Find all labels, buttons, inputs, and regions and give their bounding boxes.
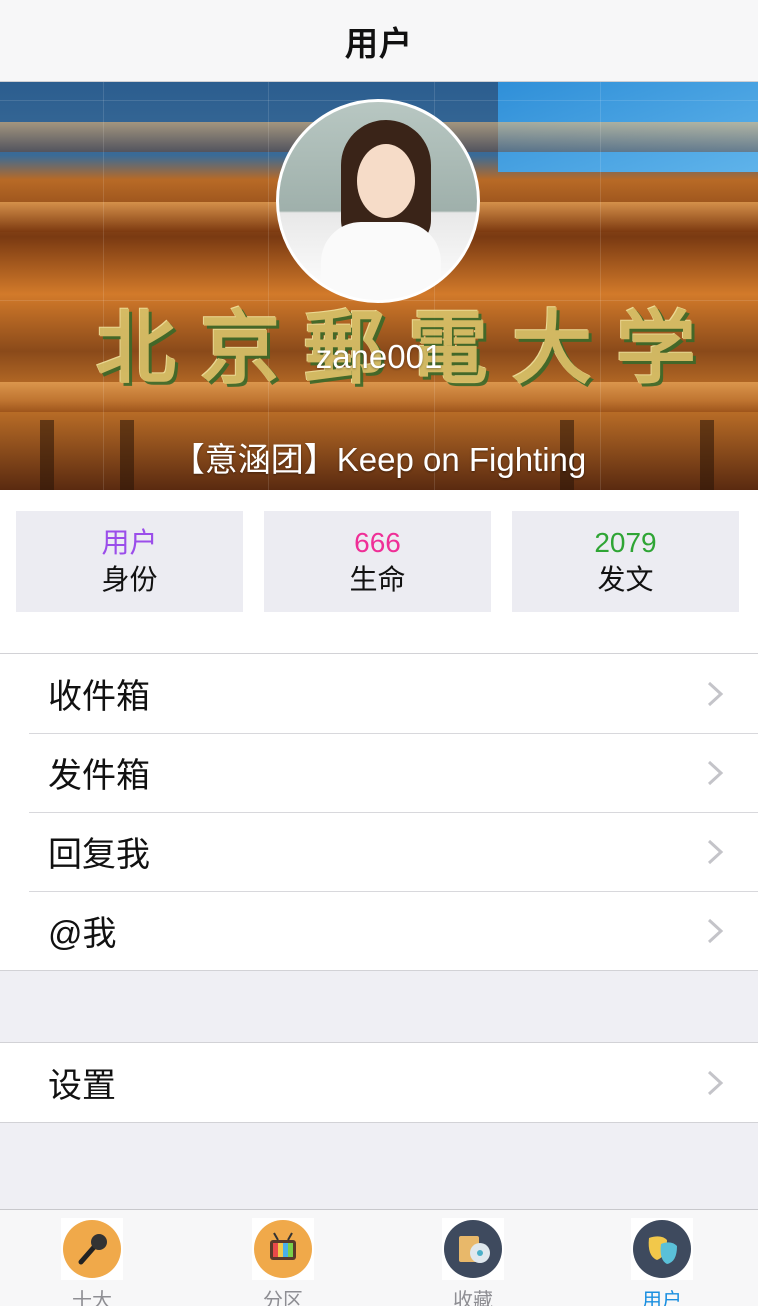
menu-item-label: 收件箱	[48, 678, 150, 716]
navigation-bar: 用户	[0, 0, 758, 82]
settings-menu: 设置	[0, 1042, 758, 1123]
stat-label: 发文	[597, 563, 654, 595]
menu-item-inbox[interactable]: 收件箱	[0, 654, 758, 733]
tab-label: 十大	[72, 1290, 112, 1306]
microphone-icon	[63, 1220, 121, 1278]
tab-bar: 十大 分区 收藏 用户	[0, 1209, 758, 1306]
menu-item-label: 发件箱	[48, 757, 150, 795]
tab-icon-box	[61, 1218, 123, 1280]
menu-item-label: @我	[48, 915, 117, 953]
menu-item-settings[interactable]: 设置	[0, 1043, 758, 1122]
drama-mask-icon	[633, 1220, 691, 1278]
avatar-face	[357, 144, 415, 218]
tab-favorites[interactable]: 收藏	[398, 1218, 548, 1306]
menu-item-label: 回复我	[48, 836, 150, 874]
tab-icon-box	[442, 1218, 504, 1280]
stat-posts: 2079 发文	[512, 511, 739, 612]
menu-item-label: 设置	[48, 1067, 116, 1105]
stat-life: 666 生命	[264, 511, 491, 612]
stat-value: 用户	[101, 526, 158, 558]
username: zane001	[315, 338, 443, 375]
tab-top-ten[interactable]: 十大	[17, 1218, 167, 1306]
tab-label: 用户	[642, 1290, 682, 1306]
stat-label: 身份	[101, 563, 158, 595]
chevron-right-icon	[707, 760, 724, 786]
tab-label: 收藏	[453, 1290, 493, 1306]
menu-item-outbox[interactable]: 发件箱	[0, 733, 758, 812]
stat-value: 666	[354, 526, 401, 558]
user-signature: 【意涵团】Keep on Fighting	[171, 441, 587, 478]
stat-value: 2079	[594, 526, 657, 558]
tab-user[interactable]: 用户	[587, 1218, 737, 1306]
avatar-dress	[321, 222, 441, 300]
tab-icon-box	[631, 1218, 693, 1280]
tab-sections[interactable]: 分区	[208, 1218, 358, 1306]
collection-icon	[444, 1220, 502, 1278]
tab-icon-box	[252, 1218, 314, 1280]
stat-identity: 用户 身份	[16, 511, 243, 612]
user-avatar[interactable]	[276, 99, 480, 303]
chevron-right-icon	[707, 839, 724, 865]
tv-icon	[254, 1220, 312, 1278]
chevron-right-icon	[707, 681, 724, 707]
stats-panel: 用户 身份 666 生命 2079 发文	[0, 490, 758, 653]
menu-item-mentions[interactable]: @我	[0, 891, 758, 970]
message-menu: 收件箱 发件箱 回复我 @我	[0, 653, 758, 971]
chevron-right-icon	[707, 1070, 724, 1096]
tab-label: 分区	[263, 1290, 303, 1306]
user-page: 用户 北 京 郵 電 大 学 zane001 【意涵团】Keep on Figh…	[0, 0, 758, 1306]
stat-label: 生命	[349, 563, 406, 595]
page-title: 用户	[345, 24, 413, 62]
menu-item-replies[interactable]: 回复我	[0, 812, 758, 891]
chevron-right-icon	[707, 918, 724, 944]
